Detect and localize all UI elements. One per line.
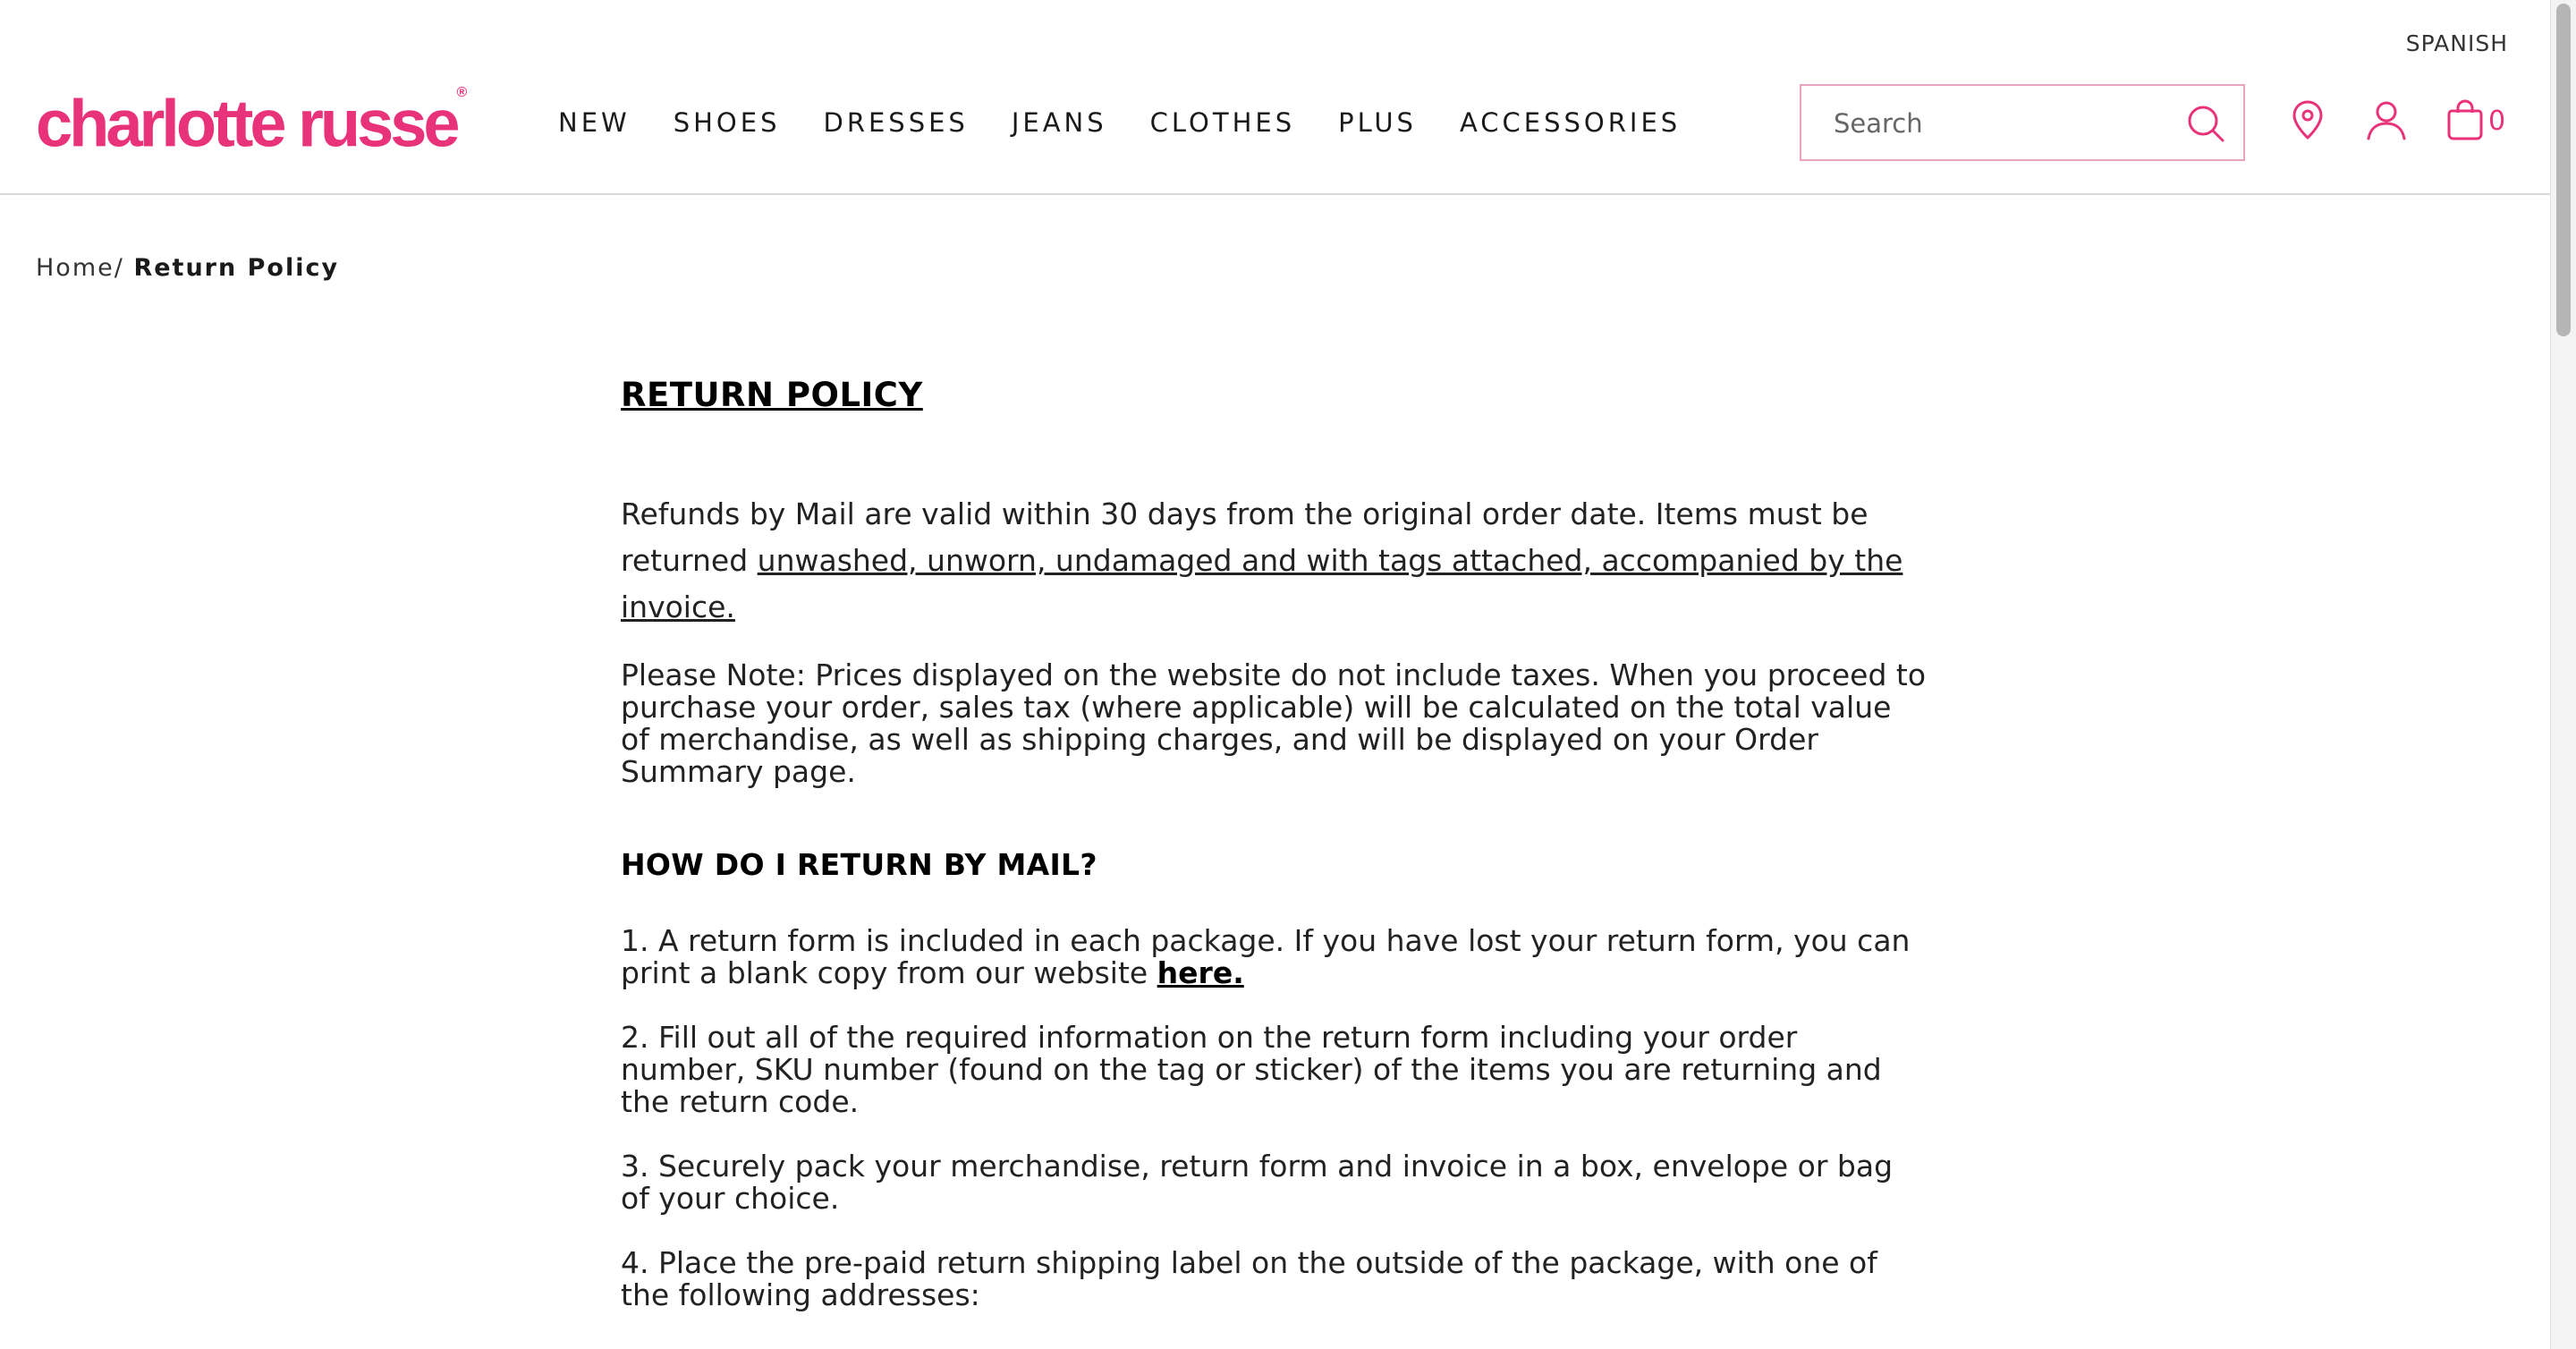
nav-item-plus[interactable]: PLUS xyxy=(1338,107,1417,138)
breadcrumb-home-link[interactable]: Home xyxy=(36,254,114,282)
user-icon[interactable] xyxy=(2365,98,2408,141)
page-scrollbar[interactable] xyxy=(2550,0,2576,1349)
refund-paragraph: Refunds by Mail are valid within 30 days… xyxy=(621,491,1927,631)
return-step-4: 4. Place the pre-paid return shipping la… xyxy=(621,1245,1877,1312)
nav-item-jeans[interactable]: JEANS xyxy=(1012,107,1107,138)
header-divider xyxy=(0,193,2551,195)
nav-item-dresses[interactable]: DRESSES xyxy=(823,107,968,138)
main-nav: NEW SHOES DRESSES JEANS CLOTHES PLUS ACC… xyxy=(558,107,1724,138)
language-link-spanish[interactable]: SPANISH xyxy=(2406,30,2508,56)
cart-count-badge[interactable]: 0 xyxy=(2488,106,2505,137)
scrollbar-thumb[interactable] xyxy=(2556,4,2571,336)
nav-item-clothes[interactable]: CLOTHES xyxy=(1150,107,1295,138)
search-box xyxy=(1800,84,2245,161)
search-icon[interactable] xyxy=(2186,104,2225,143)
nav-item-accessories[interactable]: ACCESSORIES xyxy=(1460,107,1681,138)
logo-text: charlotte russe xyxy=(36,86,461,161)
tax-note-paragraph: Please Note: Prices displayed on the web… xyxy=(621,658,1927,789)
return-form-link[interactable]: here. xyxy=(1157,955,1244,990)
logo-registered-mark: ® xyxy=(456,85,468,100)
brand-logo[interactable]: charlotte russe® xyxy=(36,84,467,160)
return-step-1-text: 1. A return form is included in each pac… xyxy=(621,923,1911,990)
page-title: RETURN POLICY xyxy=(621,376,923,414)
breadcrumb-current: Return Policy xyxy=(133,254,340,282)
search-input[interactable] xyxy=(1832,86,2193,161)
shopping-bag-icon[interactable] xyxy=(2444,98,2487,141)
return-step-2: 2. Fill out all of the required informat… xyxy=(621,1020,1882,1119)
breadcrumb-separator: / xyxy=(114,254,124,282)
location-pin-icon[interactable] xyxy=(2286,98,2329,141)
breadcrumb: Home/ Return Policy xyxy=(36,254,339,282)
nav-item-shoes[interactable]: SHOES xyxy=(674,107,781,138)
policy-content: RETURN POLICY Refunds by Mail are valid … xyxy=(621,376,1927,1311)
return-step-1: 1. A return form is included in each pac… xyxy=(621,925,1927,989)
return-step-3: 3. Securely pack your merchandise, retur… xyxy=(621,1149,1894,1216)
refund-conditions-text: unwashed, unworn, undamaged and with tag… xyxy=(621,543,1903,624)
section-heading: HOW DO I RETURN BY MAIL? xyxy=(621,847,1097,882)
nav-item-new[interactable]: NEW xyxy=(558,107,631,138)
